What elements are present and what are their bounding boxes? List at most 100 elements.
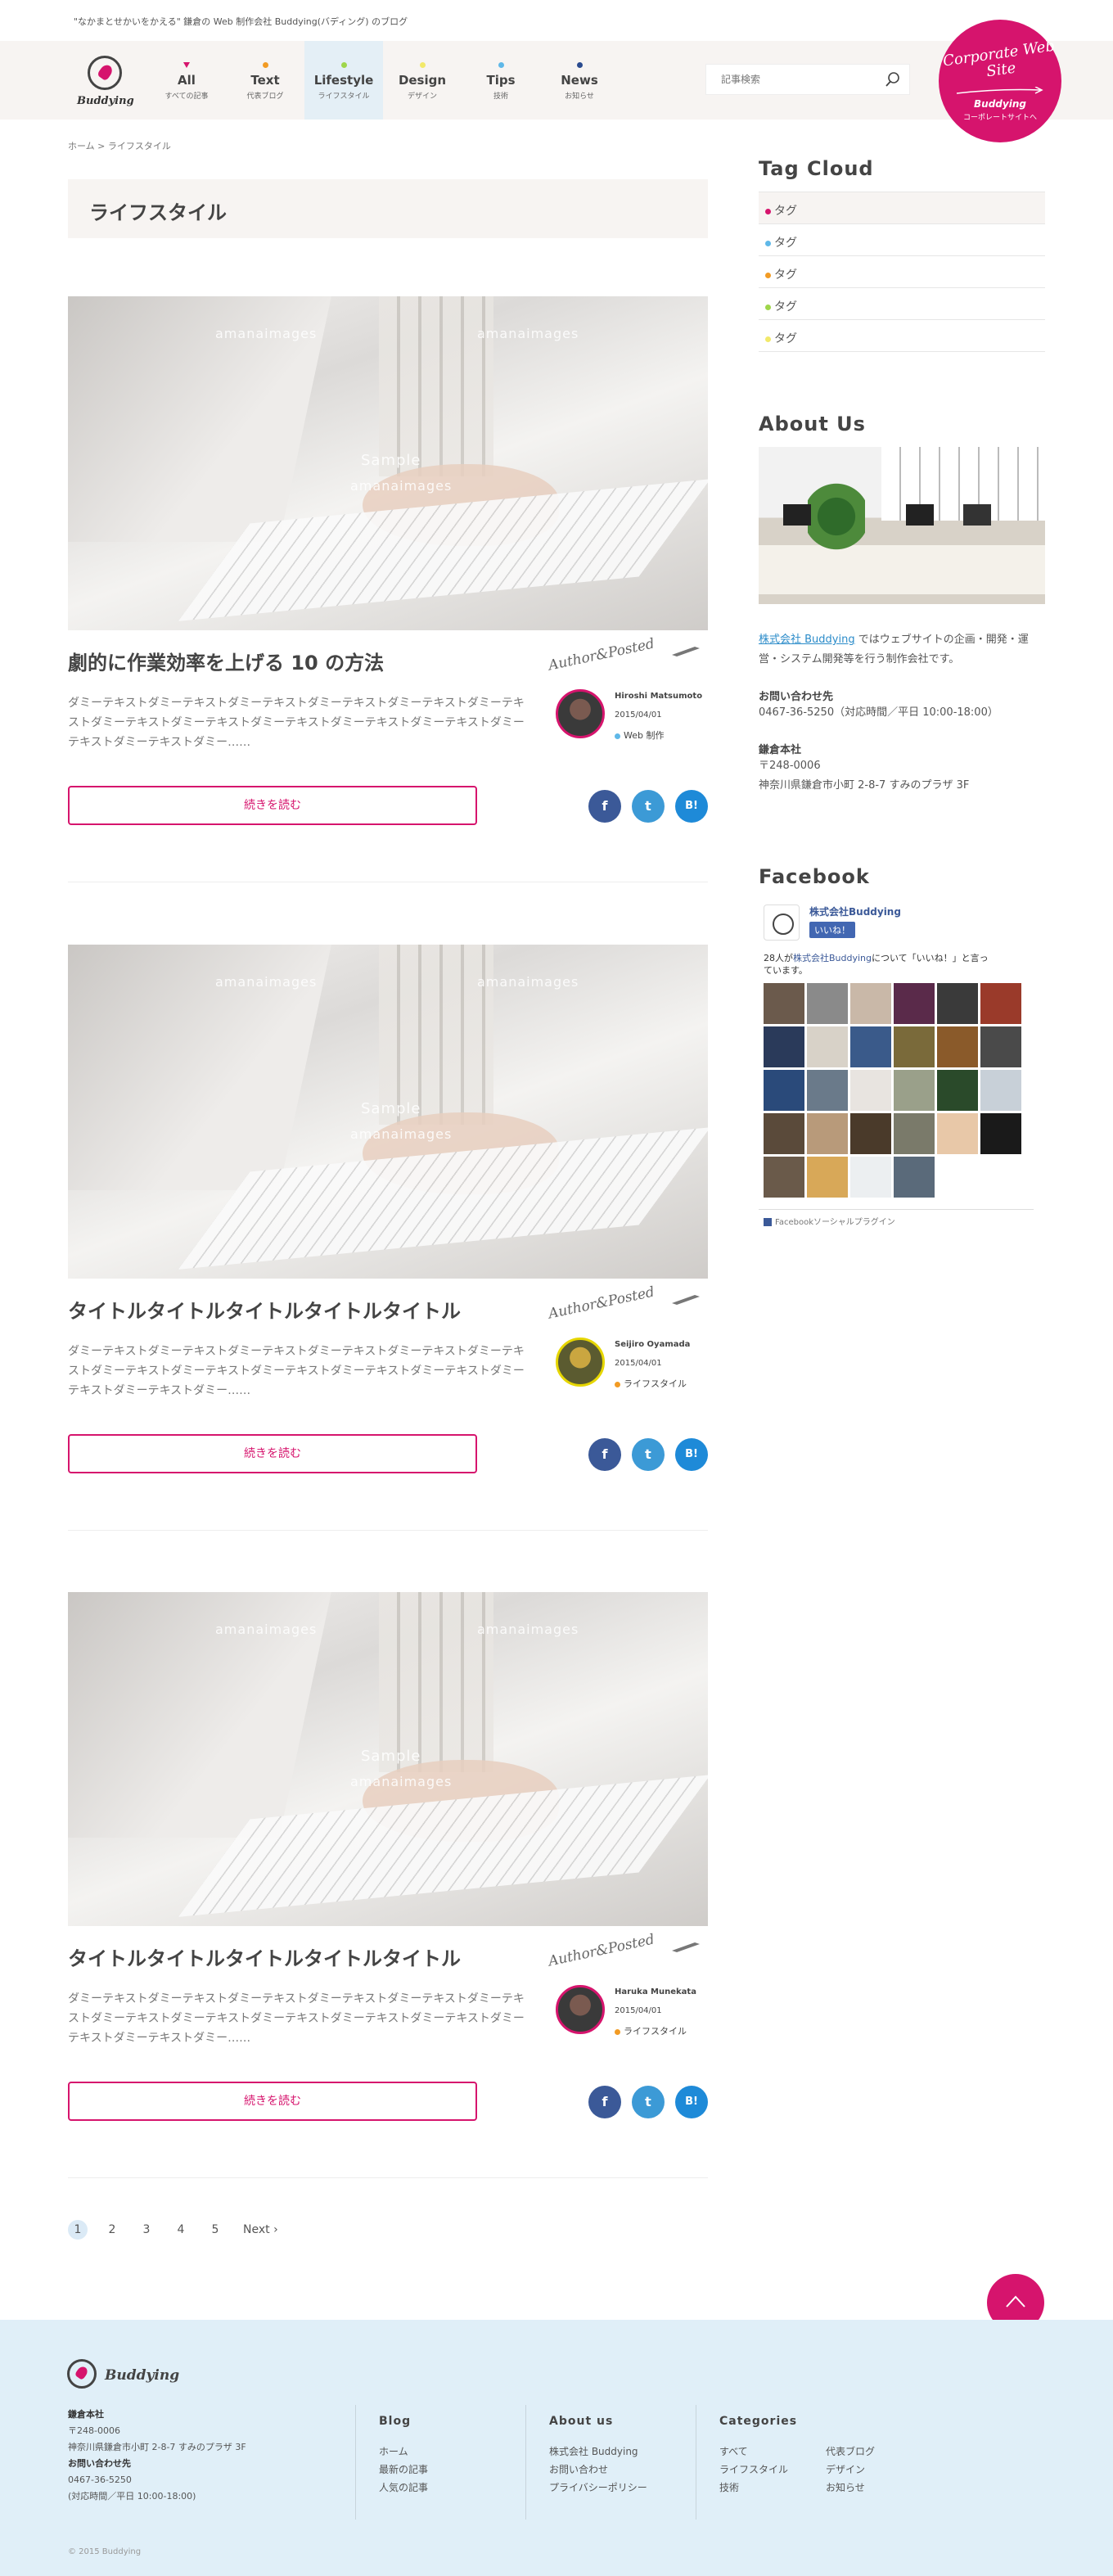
page-link[interactable]: 1: [68, 2220, 88, 2240]
facebook-share-icon[interactable]: f: [588, 790, 621, 823]
fb-face[interactable]: [980, 983, 1021, 1024]
fb-face[interactable]: [894, 1026, 935, 1067]
category-dot-icon: [615, 733, 620, 739]
breadcrumb[interactable]: ホーム > ライフスタイル: [68, 139, 171, 152]
fb-face[interactable]: [807, 983, 848, 1024]
page-link[interactable]: 3: [137, 2220, 156, 2240]
fb-face[interactable]: [764, 1157, 804, 1198]
post-category[interactable]: ライフスタイル: [615, 2024, 687, 2037]
footer-link[interactable]: 技術: [719, 2482, 739, 2493]
company-link[interactable]: 株式会社 Buddying: [759, 634, 855, 646]
twitter-share-icon[interactable]: t: [632, 2086, 665, 2118]
twitter-share-icon[interactable]: t: [632, 790, 665, 823]
read-more-button[interactable]: 続きを読む: [68, 2082, 477, 2121]
fb-face[interactable]: [980, 1113, 1021, 1154]
footer-link[interactable]: お知らせ: [826, 2482, 865, 2493]
fb-face[interactable]: [764, 1113, 804, 1154]
footer-link[interactable]: 代表ブログ: [826, 2446, 875, 2457]
search-input[interactable]: [706, 65, 870, 94]
post-category[interactable]: Web 制作: [615, 729, 664, 742]
fb-page-name[interactable]: 株式会社Buddying: [809, 905, 901, 918]
fb-face[interactable]: [807, 1113, 848, 1154]
fb-face[interactable]: [937, 1026, 978, 1067]
footer-logo[interactable]: Buddying: [67, 2357, 198, 2395]
footer-link[interactable]: お問い合わせ: [549, 2464, 608, 2475]
fb-face[interactable]: [937, 1113, 978, 1154]
hatena-bookmark-icon[interactable]: B!: [675, 790, 708, 823]
fb-face[interactable]: [894, 1113, 935, 1154]
post-image[interactable]: amanaimages amanaimages Sample amanaimag…: [68, 1592, 708, 1926]
tag-dot-icon: [765, 240, 771, 246]
facebook-share-icon[interactable]: f: [588, 2086, 621, 2118]
post-category[interactable]: ライフスタイル: [615, 1377, 687, 1390]
nav-item-lifestyle[interactable]: Lifestyle ライフスタイル: [304, 41, 383, 120]
fb-face[interactable]: [850, 1157, 891, 1198]
fb-face[interactable]: [807, 1026, 848, 1067]
fb-face[interactable]: [937, 1070, 978, 1111]
nav-item-design[interactable]: Design デザイン: [383, 41, 462, 120]
fb-face[interactable]: [894, 983, 935, 1024]
fb-face[interactable]: [764, 1026, 804, 1067]
page-link[interactable]: 4: [171, 2220, 191, 2240]
nav-item-tips[interactable]: Tips 技術: [462, 41, 540, 120]
footer-link[interactable]: 最新の記事: [379, 2464, 428, 2475]
footer-link[interactable]: 株式会社 Buddying: [549, 2446, 638, 2457]
fb-face[interactable]: [980, 1070, 1021, 1111]
image-watermark: amanaimages: [215, 974, 318, 990]
hatena-bookmark-icon[interactable]: B!: [675, 2086, 708, 2118]
read-more-button[interactable]: 続きを読む: [68, 1434, 477, 1473]
nav-item-text[interactable]: Text 代表ブログ: [226, 41, 304, 120]
tag-item[interactable]: タグ: [759, 256, 1045, 288]
fb-face[interactable]: [764, 1070, 804, 1111]
nav-item-all[interactable]: All すべての記事: [147, 41, 226, 120]
corporate-site-badge[interactable]: Corporate Web Site Buddying コーポレートサイトへ: [939, 20, 1061, 142]
post-category-label: Web 制作: [624, 730, 665, 741]
author-posted-label: Author&Posted: [547, 635, 656, 674]
next-page-link[interactable]: Next ›: [243, 2223, 278, 2236]
author-name: Seijiro Oyamada: [615, 1340, 691, 1349]
footer-link[interactable]: デザイン: [826, 2464, 865, 2475]
hatena-bookmark-icon[interactable]: B!: [675, 1438, 708, 1471]
search-icon[interactable]: [885, 71, 901, 88]
fb-face[interactable]: [850, 983, 891, 1024]
site-logo[interactable]: Buddying: [75, 52, 141, 110]
fb-face[interactable]: [894, 1157, 935, 1198]
fb-count-link[interactable]: 株式会社Buddying: [793, 953, 872, 963]
post-card: amanaimages amanaimages Sample amanaimag…: [68, 1592, 708, 2178]
nav-sub: 代表ブログ: [246, 92, 284, 101]
page-title: ライフスタイル: [68, 179, 708, 238]
tag-item[interactable]: タグ: [759, 192, 1045, 224]
nav-item-news[interactable]: News お知らせ: [540, 41, 619, 120]
fb-face[interactable]: [850, 1113, 891, 1154]
fb-face[interactable]: [807, 1070, 848, 1111]
post-image[interactable]: amanaimages amanaimages Sample amanaimag…: [68, 945, 708, 1279]
tag-item[interactable]: タグ: [759, 320, 1045, 352]
footer-link[interactable]: プライバシーポリシー: [549, 2482, 647, 2493]
fb-face[interactable]: [850, 1026, 891, 1067]
page-link[interactable]: 2: [102, 2220, 122, 2240]
category-dot-icon: [615, 2028, 620, 2035]
nav-label: Design: [398, 73, 447, 88]
fb-face[interactable]: [764, 983, 804, 1024]
fb-face[interactable]: [850, 1070, 891, 1111]
tag-item[interactable]: タグ: [759, 288, 1045, 320]
tag-item[interactable]: タグ: [759, 224, 1045, 256]
post-image[interactable]: amanaimages amanaimages Sample amanaimag…: [68, 296, 708, 630]
twitter-share-icon[interactable]: t: [632, 1438, 665, 1471]
nav-sub: 技術: [493, 92, 508, 101]
footer-link[interactable]: ホーム: [379, 2446, 408, 2457]
fb-page-avatar[interactable]: [764, 905, 800, 941]
footer-link[interactable]: 人気の記事: [379, 2482, 428, 2493]
page-link[interactable]: 5: [205, 2220, 225, 2240]
footer-link[interactable]: ライフスタイル: [719, 2464, 788, 2475]
fb-face[interactable]: [807, 1157, 848, 1198]
fb-plugin-footer[interactable]: Facebookソーシャルプラグイン: [759, 1209, 1034, 1227]
footer-link[interactable]: すべて: [719, 2446, 748, 2457]
fb-like-button[interactable]: いいね！: [809, 922, 855, 938]
fb-face[interactable]: [937, 983, 978, 1024]
fb-face[interactable]: [980, 1026, 1021, 1067]
fb-face[interactable]: [894, 1070, 935, 1111]
read-more-button[interactable]: 続きを読む: [68, 786, 477, 825]
facebook-share-icon[interactable]: f: [588, 1438, 621, 1471]
footer-categories-title: Categories: [719, 2415, 798, 2428]
